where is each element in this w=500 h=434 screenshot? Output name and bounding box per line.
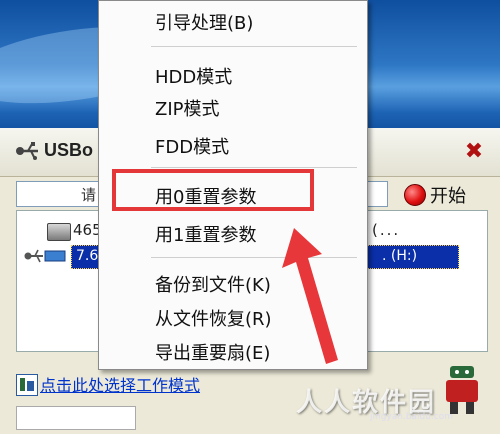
start-icon <box>404 184 426 206</box>
menu-item-label: 从文件恢复(R) <box>155 309 272 330</box>
menu-separator <box>151 46 357 47</box>
hard-disk-icon <box>47 223 71 241</box>
mascot-icon <box>446 366 478 414</box>
mode-icon <box>16 374 38 396</box>
status-box <box>16 406 136 430</box>
device-row-2-name: 7.6 <box>76 248 99 264</box>
menu-item-hdd-mode[interactable]: HDD模式 <box>99 59 367 89</box>
menu-item-boot-process[interactable]: 引导处理(B) <box>99 5 367 35</box>
menu-separator <box>151 167 357 168</box>
menu-item-label: HDD模式 <box>155 67 233 88</box>
close-button[interactable]: ✖ <box>462 140 486 164</box>
usb-app-icon <box>16 142 38 160</box>
pointer-arrow-icon <box>282 228 338 364</box>
start-label: 开始 <box>430 186 466 207</box>
menu-item-zip-mode[interactable]: ZIP模式 <box>99 91 367 121</box>
menu-item-label: 引导处理(B) <box>155 13 254 34</box>
menu-item-label: 用1重置参数 <box>155 225 257 246</box>
menu-item-fdd-mode[interactable]: FDD模式 <box>99 129 367 159</box>
device-row-2-info: . (H:) <box>382 248 418 264</box>
menu-item-label: 导出重要扇(E) <box>155 343 271 364</box>
close-icon: ✖ <box>464 139 484 164</box>
menu-item-label: 备份到文件(K) <box>155 275 271 296</box>
menu-item-label: FDD模式 <box>155 137 230 158</box>
window-title: USBo <box>44 140 93 160</box>
mode-field-text: 请 <box>81 186 97 204</box>
highlight-box <box>112 169 314 211</box>
start-button[interactable]: 开始 <box>402 180 488 208</box>
select-mode-link[interactable]: 点击此处选择工作模式 <box>40 372 200 396</box>
device-row-1-info: (... <box>372 221 401 239</box>
menu-item-label: ZIP模式 <box>155 99 220 120</box>
watermark-subtext: jingyan.baidu.com <box>370 412 454 422</box>
